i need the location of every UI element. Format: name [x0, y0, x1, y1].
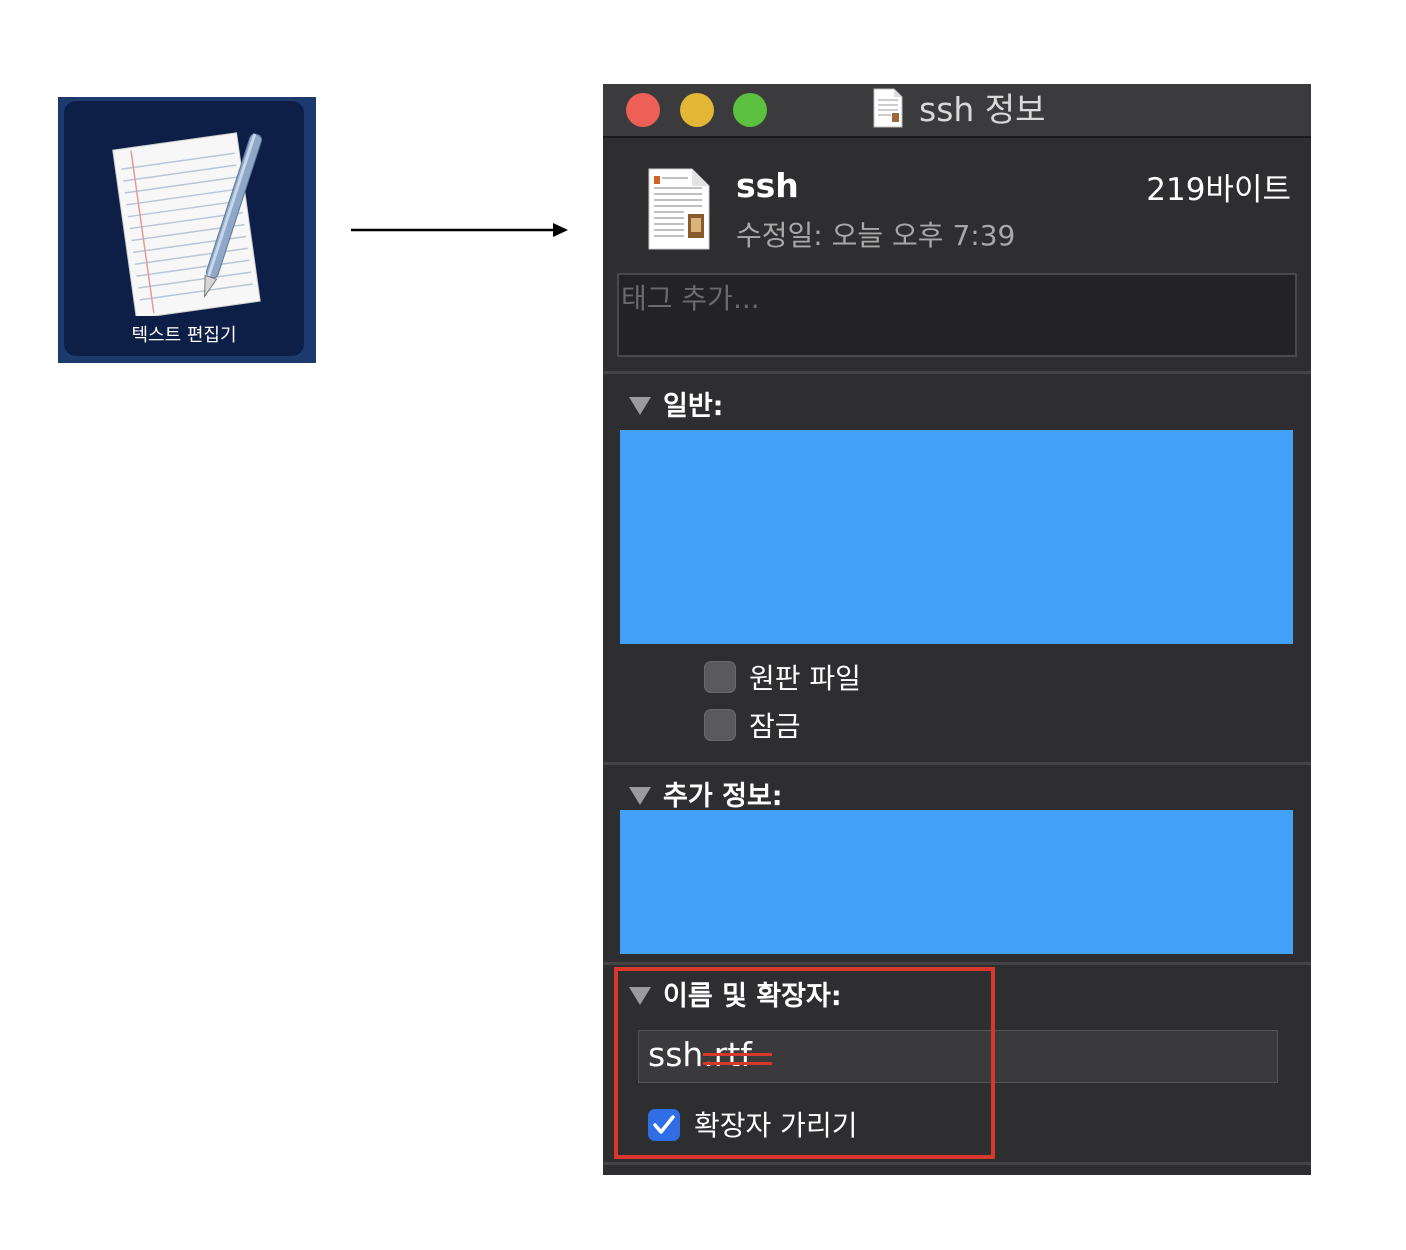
minimize-button[interactable] [680, 93, 714, 127]
title-bar[interactable]: ssh 정보 [603, 84, 1311, 138]
close-button[interactable] [626, 93, 660, 127]
zoom-button[interactable] [733, 93, 767, 127]
textedit-icon [112, 132, 263, 316]
textedit-app-tile[interactable]: 텍스트 편집기 [58, 97, 316, 363]
section-divider [603, 371, 1311, 374]
app-label: 텍스트 편집기 [131, 325, 237, 346]
section-divider [603, 1162, 1311, 1165]
stationery-checkbox[interactable] [704, 661, 736, 693]
file-header: ssh 219바이트 수정일: 오늘 오후 7:39 [603, 138, 1311, 272]
section-divider [603, 962, 1311, 965]
redacted-area-general [620, 430, 1293, 644]
section-more-info-header[interactable]: 추가 정보: [629, 774, 783, 813]
window-title: ssh 정보 [919, 90, 1046, 129]
section-general-title: 일반: [663, 391, 724, 422]
locked-label: 잠금 [749, 710, 801, 743]
document-icon [873, 88, 903, 128]
locked-checkbox[interactable] [704, 709, 736, 741]
redacted-area-more-info [620, 810, 1293, 954]
arrow-right-icon [351, 223, 568, 237]
stationery-label: 원판 파일 [749, 662, 861, 695]
section-more-info-title: 추가 정보: [663, 781, 783, 812]
section-divider [603, 762, 1311, 765]
rtf-file-icon [648, 168, 710, 250]
tags-placeholder: 태그 추가... [621, 282, 760, 315]
file-name: ssh [736, 166, 799, 205]
app-tile-inner: 텍스트 편집기 [64, 101, 304, 356]
disclosure-triangle-icon[interactable] [629, 396, 651, 415]
highlight-annotation-box [614, 967, 995, 1159]
tags-input[interactable]: 태그 추가... [617, 273, 1297, 357]
file-modified-date: 수정일: 오늘 오후 7:39 [736, 219, 1016, 252]
disclosure-triangle-icon[interactable] [629, 786, 651, 805]
file-size: 219바이트 [1146, 172, 1291, 208]
section-general-header[interactable]: 일반: [629, 384, 723, 423]
